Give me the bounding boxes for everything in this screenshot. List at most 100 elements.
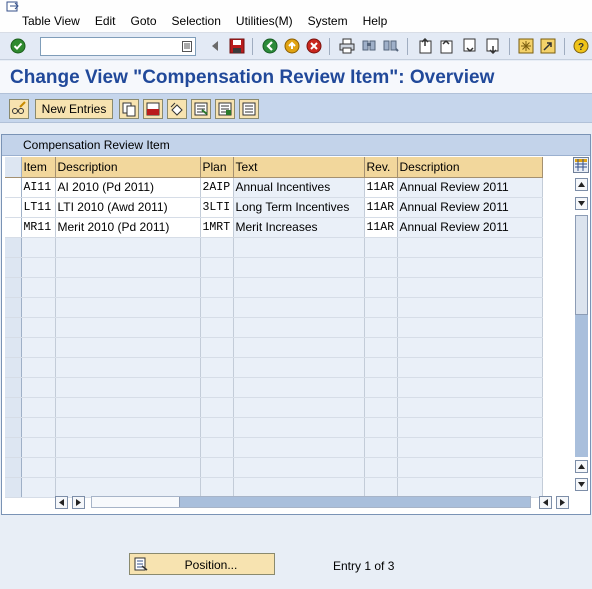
command-field[interactable] — [40, 37, 196, 56]
scroll-thumb-top[interactable] — [575, 215, 588, 315]
row-selector[interactable] — [5, 217, 22, 238]
row-selector[interactable] — [5, 477, 22, 498]
table-settings-icon[interactable] — [573, 157, 589, 173]
empty-cell[interactable] — [397, 397, 543, 418]
empty-cell[interactable] — [233, 237, 365, 258]
empty-cell[interactable] — [397, 377, 543, 398]
empty-cell[interactable] — [397, 297, 543, 318]
previous-page-icon[interactable] — [437, 37, 455, 55]
empty-cell[interactable] — [55, 237, 201, 258]
scroll-up-bottom-icon[interactable] — [575, 460, 588, 473]
empty-cell[interactable] — [55, 317, 201, 338]
empty-cell[interactable] — [21, 417, 56, 438]
empty-row[interactable] — [5, 457, 543, 478]
empty-cell[interactable] — [233, 477, 365, 498]
create-session-icon[interactable] — [517, 37, 535, 55]
menu-goto[interactable]: Goto — [131, 14, 157, 28]
empty-cell[interactable] — [364, 477, 398, 498]
empty-cell[interactable] — [21, 357, 56, 378]
empty-cell[interactable] — [21, 477, 56, 498]
table-row[interactable]: AI11 AI 2010 (Pd 2011) 2AIP Annual Incen… — [5, 177, 543, 198]
first-page-icon[interactable] — [416, 37, 434, 55]
empty-cell[interactable] — [233, 257, 365, 278]
empty-cell[interactable] — [397, 457, 543, 478]
empty-row[interactable] — [5, 257, 543, 278]
menu-table-view[interactable]: Table View — [22, 14, 80, 28]
menu-selection[interactable]: Selection — [172, 14, 221, 28]
menu-help[interactable]: Help — [363, 14, 388, 28]
scroll-up-top-icon[interactable] — [575, 178, 588, 191]
empty-cell[interactable] — [397, 237, 543, 258]
empty-cell[interactable] — [55, 297, 201, 318]
plan-cell[interactable]: 1MRT — [200, 217, 234, 238]
empty-cell[interactable] — [364, 257, 398, 278]
horizontal-scrollbar[interactable] — [55, 495, 575, 509]
empty-cell[interactable] — [55, 437, 201, 458]
empty-row[interactable] — [5, 297, 543, 318]
empty-cell[interactable] — [364, 337, 398, 358]
column-header-rev[interactable]: Rev. — [364, 157, 398, 178]
empty-cell[interactable] — [200, 337, 234, 358]
empty-cell[interactable] — [55, 457, 201, 478]
change-display-button[interactable] — [9, 99, 29, 119]
empty-cell[interactable] — [200, 437, 234, 458]
help-icon[interactable]: ? — [572, 37, 590, 55]
shortcut-icon[interactable] — [539, 37, 557, 55]
empty-cell[interactable] — [21, 437, 56, 458]
empty-cell[interactable] — [233, 417, 365, 438]
position-button[interactable]: Position... — [129, 553, 275, 575]
row-selector[interactable] — [5, 357, 22, 378]
plan-cell[interactable]: 3LTI — [200, 197, 234, 218]
empty-row[interactable] — [5, 237, 543, 258]
command-input[interactable] — [41, 38, 177, 55]
row-selector[interactable] — [5, 237, 22, 258]
empty-cell[interactable] — [364, 317, 398, 338]
scroll-down-bottom-icon[interactable] — [575, 478, 588, 491]
empty-cell[interactable] — [200, 277, 234, 298]
save-icon[interactable] — [228, 37, 246, 55]
row-selector[interactable] — [5, 197, 22, 218]
next-page-icon[interactable] — [461, 37, 479, 55]
select-block-button[interactable] — [215, 99, 235, 119]
table-row[interactable]: LT11 LTI 2010 (Awd 2011) 3LTI Long Term … — [5, 197, 543, 218]
empty-cell[interactable] — [21, 377, 56, 398]
scroll-track[interactable] — [575, 215, 588, 457]
empty-row[interactable] — [5, 337, 543, 358]
empty-cell[interactable] — [233, 377, 365, 398]
empty-cell[interactable] — [55, 397, 201, 418]
empty-cell[interactable] — [364, 437, 398, 458]
rev-cell[interactable]: 11AR — [364, 217, 398, 238]
empty-cell[interactable] — [397, 357, 543, 378]
empty-cell[interactable] — [397, 317, 543, 338]
empty-cell[interactable] — [233, 397, 365, 418]
empty-cell[interactable] — [200, 357, 234, 378]
row-selector[interactable] — [5, 377, 22, 398]
scroll-down-top-icon[interactable] — [575, 197, 588, 210]
item-cell[interactable]: LT11 — [21, 197, 56, 218]
row-selector[interactable] — [5, 177, 22, 198]
empty-cell[interactable] — [364, 277, 398, 298]
description-cell[interactable]: LTI 2010 (Awd 2011) — [55, 197, 201, 218]
empty-cell[interactable] — [233, 437, 365, 458]
empty-cell[interactable] — [21, 317, 56, 338]
column-header-description[interactable]: Description — [55, 157, 201, 178]
empty-cell[interactable] — [21, 277, 56, 298]
enter-icon[interactable] — [9, 37, 27, 55]
empty-row[interactable] — [5, 397, 543, 418]
empty-row[interactable] — [5, 477, 543, 498]
scroll-right-icon[interactable] — [72, 496, 85, 509]
empty-cell[interactable] — [55, 337, 201, 358]
empty-cell[interactable] — [55, 377, 201, 398]
cancel-icon[interactable] — [305, 37, 323, 55]
empty-cell[interactable] — [21, 257, 56, 278]
empty-cell[interactable] — [397, 477, 543, 498]
empty-row[interactable] — [5, 417, 543, 438]
scroll-right-end-icon[interactable] — [556, 496, 569, 509]
empty-cell[interactable] — [21, 397, 56, 418]
deselect-all-button[interactable] — [239, 99, 259, 119]
empty-cell[interactable] — [397, 417, 543, 438]
empty-cell[interactable] — [364, 457, 398, 478]
empty-cell[interactable] — [21, 337, 56, 358]
empty-cell[interactable] — [233, 297, 365, 318]
row-selector[interactable] — [5, 317, 22, 338]
